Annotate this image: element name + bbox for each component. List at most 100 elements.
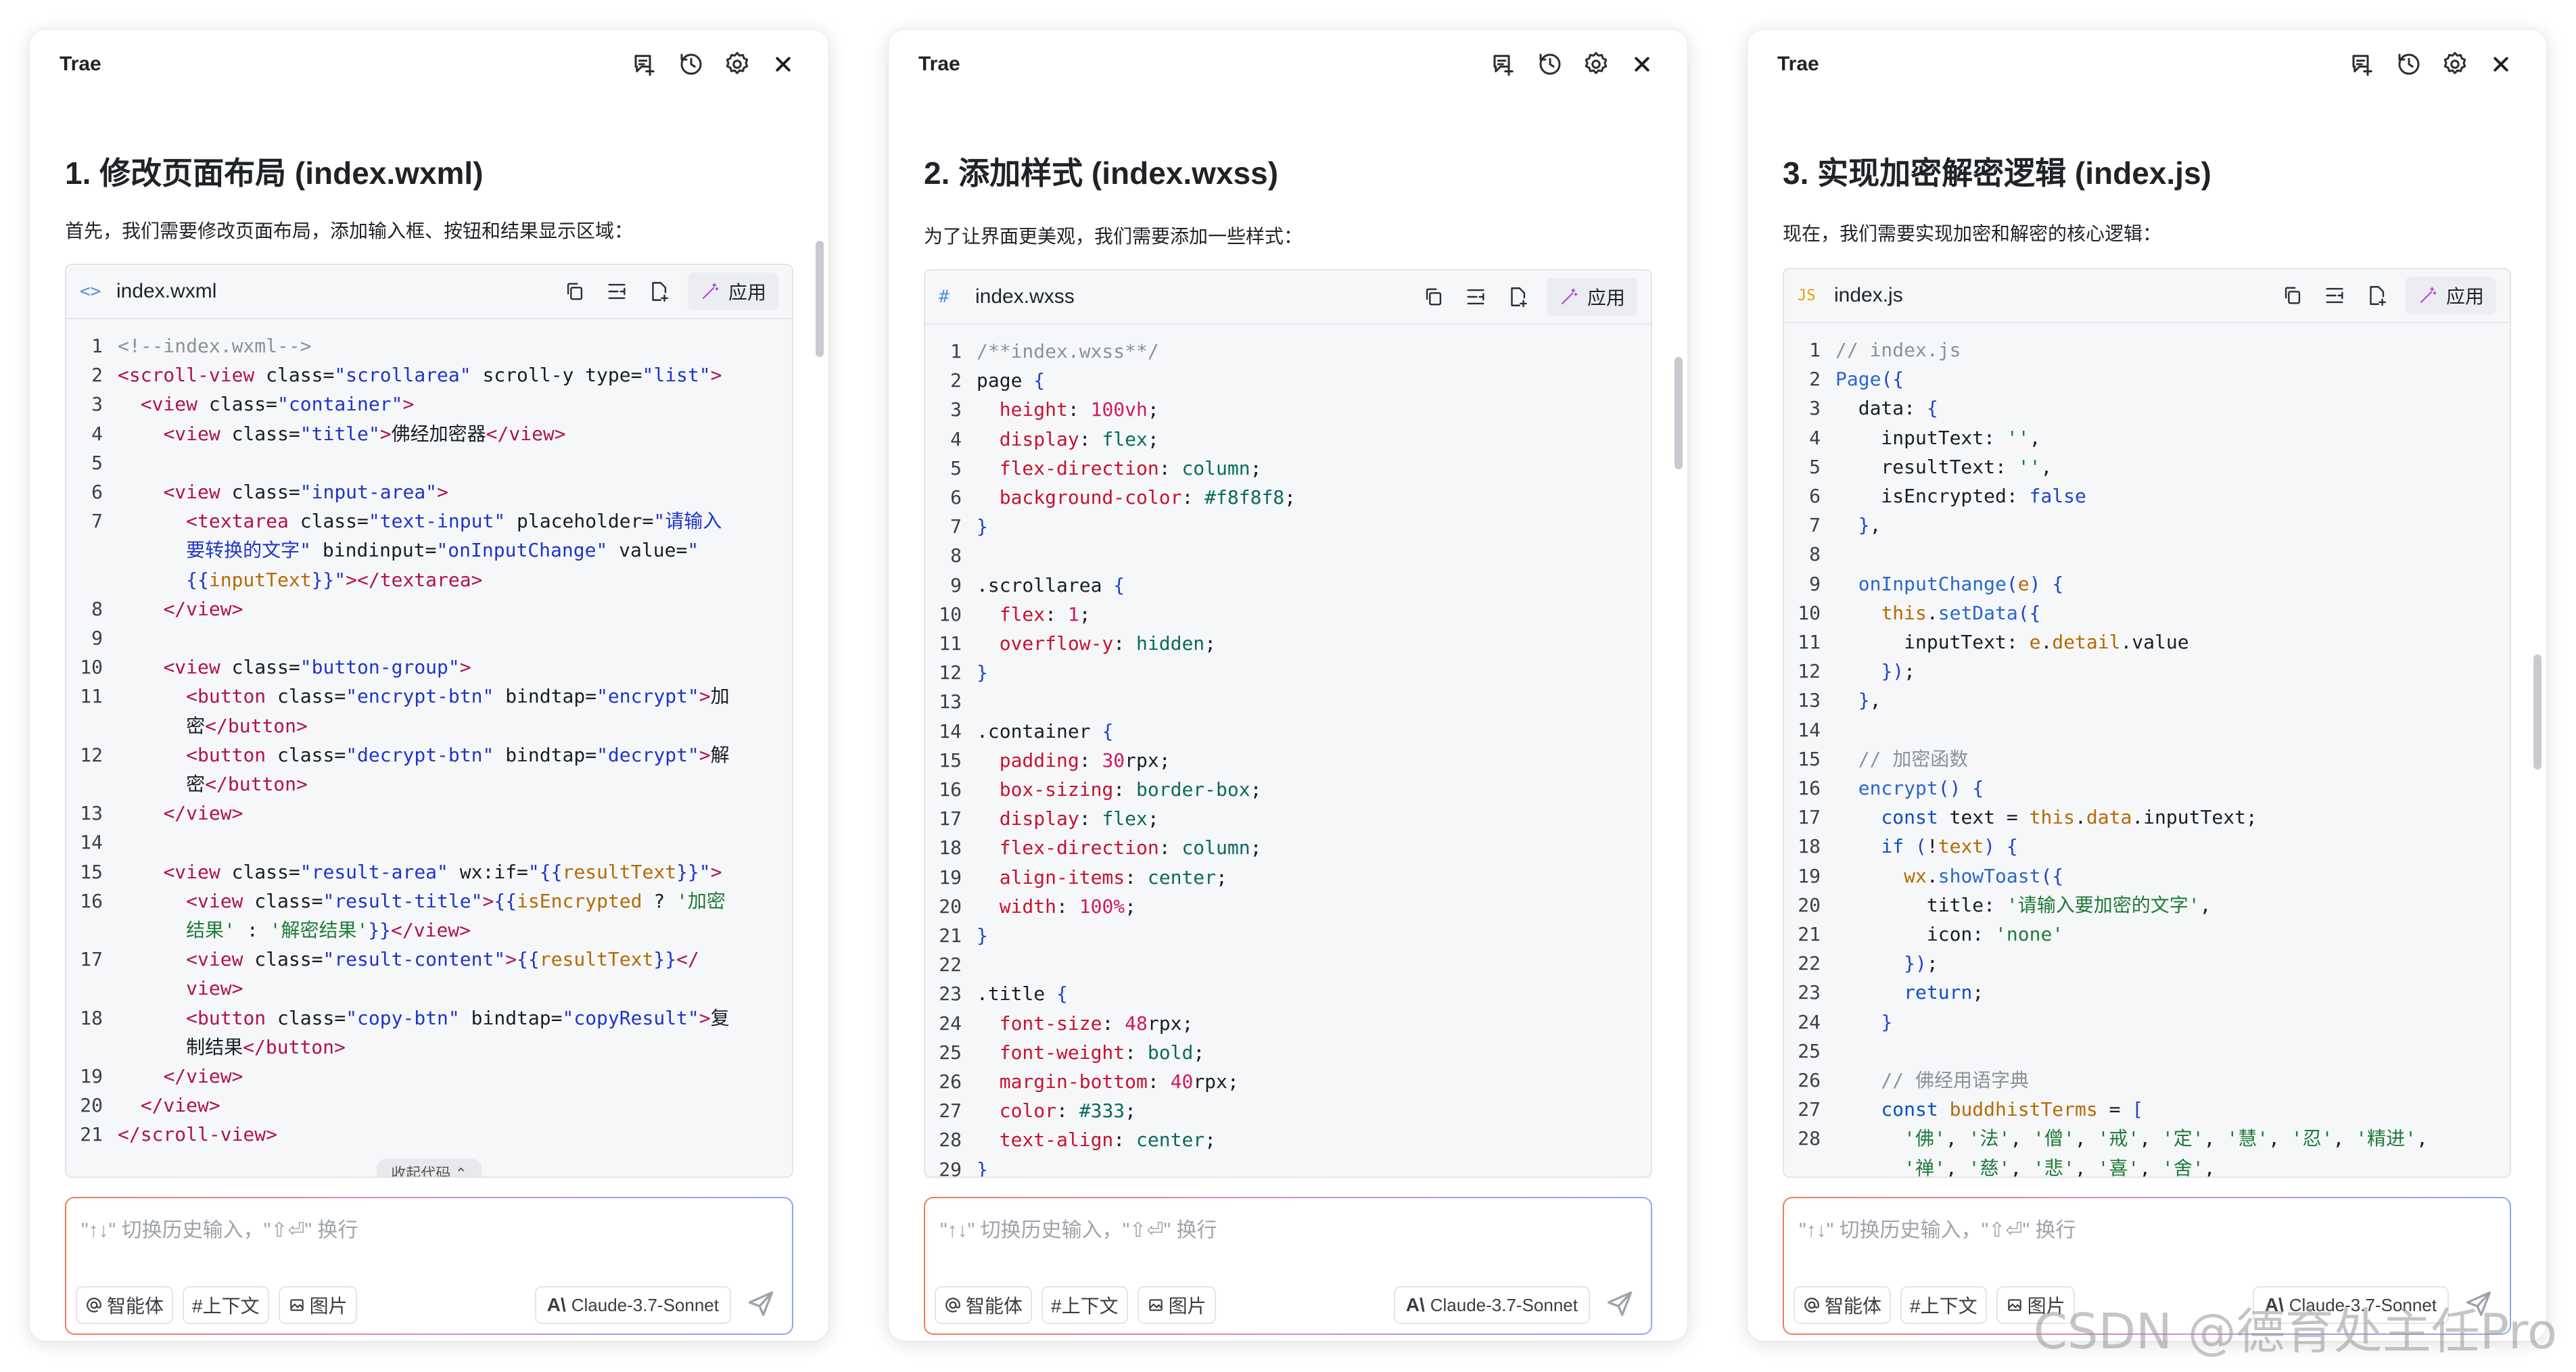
- line-number: 7: [1809, 514, 1821, 537]
- context-chip[interactable]: #上下文: [183, 1286, 269, 1324]
- line-number: 19: [1798, 864, 1821, 887]
- input-chips: 智能体 #上下文 图片: [935, 1286, 1216, 1324]
- settings-icon[interactable]: [722, 49, 753, 80]
- line-number: 23: [1798, 981, 1821, 1004]
- apply-button[interactable]: 应用: [2405, 277, 2496, 314]
- apply-button[interactable]: 应用: [1546, 278, 1637, 316]
- code-token: ,: [2040, 455, 2053, 478]
- code-token: false: [2029, 485, 2086, 508]
- code-token: ;: [1250, 456, 1262, 479]
- agent-chip[interactable]: 智能体: [1794, 1286, 1892, 1324]
- new-file-icon[interactable]: [646, 279, 672, 304]
- code-text: onInputChange(e) {: [1835, 569, 2510, 598]
- close-icon[interactable]: [1626, 49, 1658, 80]
- new-file-icon[interactable]: [1505, 284, 1530, 310]
- new-chat-icon[interactable]: [1489, 49, 1520, 80]
- line-number: 14: [939, 719, 962, 742]
- line-number: 3: [1809, 397, 1821, 420]
- insert-icon[interactable]: [1463, 284, 1489, 310]
- insert-icon[interactable]: [604, 279, 630, 304]
- code-token: "请输入: [653, 510, 722, 533]
- send-icon[interactable]: [746, 1289, 777, 1320]
- chat-input[interactable]: "↑↓" 切换历史输入，"⇧⏎" 换行 智能体 #上下文 图片 A\ Claude…: [924, 1197, 1652, 1335]
- settings-icon[interactable]: [1580, 49, 1612, 80]
- titlebar: Trae: [1748, 30, 2546, 99]
- context-chip[interactable]: #上下文: [1041, 1286, 1128, 1324]
- copy-icon[interactable]: [1421, 284, 1447, 310]
- new-file-icon[interactable]: [2364, 283, 2389, 308]
- history-icon[interactable]: [676, 49, 707, 80]
- line-number: [66, 974, 118, 1003]
- code-actions: 应用: [2280, 277, 2496, 314]
- code-text: /**index.wxss**/: [977, 337, 1651, 366]
- agent-chip[interactable]: 智能体: [935, 1286, 1033, 1324]
- code-token: text: [1938, 835, 1984, 858]
- context-chip[interactable]: #上下文: [1900, 1286, 1987, 1324]
- new-chat-icon[interactable]: [630, 49, 661, 80]
- scrollbar[interactable]: [816, 241, 824, 357]
- code-token: 佛经加密器: [391, 422, 486, 445]
- code-text: {{inputText}}"></textarea>: [118, 565, 792, 594]
- line-number: [66, 711, 118, 740]
- insert-icon[interactable]: [2322, 283, 2347, 308]
- line-number: 7: [91, 510, 103, 533]
- code-token: 1: [1067, 602, 1079, 625]
- code-token: .: [1926, 601, 1938, 624]
- scrollbar[interactable]: [2533, 655, 2542, 770]
- scrollbar[interactable]: [1675, 357, 1683, 469]
- copy-icon[interactable]: [562, 279, 588, 304]
- code-token: {{: [494, 889, 517, 912]
- new-chat-icon[interactable]: [2347, 49, 2379, 80]
- code-token: border-box: [1136, 778, 1250, 801]
- collapse-code-button[interactable]: 收起代码 ⌃: [376, 1159, 482, 1177]
- image-chip[interactable]: 图片: [278, 1286, 357, 1324]
- code-token: ;: [1147, 427, 1159, 450]
- code-token: >: [459, 656, 471, 679]
- agent-chip[interactable]: 智能体: [76, 1286, 174, 1324]
- image-chip[interactable]: 图片: [1137, 1286, 1216, 1324]
- model-selector[interactable]: A\ Claude-3.7-Sonnet: [1393, 1286, 1590, 1324]
- code-token: '禅': [1904, 1156, 1946, 1177]
- code-actions: 应用: [562, 273, 778, 310]
- code-token: class=: [220, 481, 300, 504]
- code-token: 加: [710, 685, 730, 708]
- code-line: '禅', '慈', '悲', '喜', '舍',: [1784, 1154, 2510, 1177]
- code-text: <view class="result-area" wx:if="{{resul…: [118, 857, 792, 886]
- code-text: display: flex;: [977, 804, 1651, 833]
- line-number: 28: [1798, 1127, 1821, 1150]
- code-token: ,: [1869, 514, 1881, 537]
- code-line: 10 this.setData({: [1784, 598, 2510, 628]
- code-token: :: [1079, 749, 1102, 772]
- code-token: column: [1181, 836, 1250, 859]
- code-token: {: [2006, 835, 2018, 858]
- code-line: 8: [1784, 540, 2510, 569]
- close-icon[interactable]: [2485, 49, 2516, 80]
- apply-button[interactable]: 应用: [687, 273, 778, 310]
- code-token: ,: [2333, 1127, 2356, 1150]
- code-token: flex: [1102, 427, 1148, 450]
- magic-wand-icon: [2420, 287, 2437, 304]
- code-token: 解: [710, 743, 730, 766]
- close-icon[interactable]: [768, 49, 799, 80]
- code-text: view>: [118, 974, 792, 1003]
- input-placeholder: "↑↓" 切换历史输入，"⇧⏎" 换行: [1799, 1219, 2076, 1241]
- model-selector[interactable]: A\ Claude-3.7-Sonnet: [534, 1286, 731, 1324]
- history-icon[interactable]: [2393, 49, 2425, 80]
- code-token: </view>: [140, 1094, 220, 1117]
- code-line: 6 background-color: #f8f8f8;: [925, 483, 1651, 512]
- code-text: align-items: center;: [977, 863, 1651, 892]
- send-icon[interactable]: [1605, 1289, 1636, 1320]
- copy-icon[interactable]: [2280, 283, 2305, 308]
- settings-icon[interactable]: [2439, 49, 2470, 80]
- code-token: :: [1125, 1041, 1148, 1064]
- code-token: ;: [1216, 866, 1227, 889]
- context-chip-label: #上下文: [1910, 1296, 1977, 1317]
- code-text: <view class="button-group">: [118, 653, 792, 682]
- code-token: setData: [1938, 601, 2018, 624]
- chat-input[interactable]: "↑↓" 切换历史输入，"⇧⏎" 换行 智能体 #上下文 图片 A\ Claude…: [65, 1197, 793, 1335]
- history-icon[interactable]: [1535, 49, 1566, 80]
